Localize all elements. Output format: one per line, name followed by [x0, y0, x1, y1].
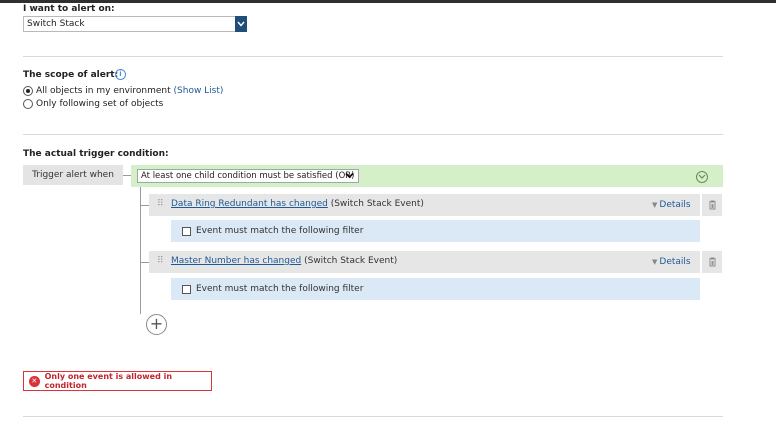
delete-condition-button[interactable]	[702, 251, 722, 273]
tree-connector	[140, 187, 141, 314]
trash-icon	[708, 257, 716, 267]
chevron-down-icon	[345, 171, 354, 183]
event-filter-label: Event must match the following filter	[196, 284, 364, 294]
caret-down-icon: ▼	[652, 201, 658, 209]
drag-handle-icon[interactable]: ⠿	[157, 199, 164, 209]
event-filter-label: Event must match the following filter	[196, 226, 364, 236]
trash-icon	[708, 200, 716, 210]
error-icon: ✕	[29, 375, 40, 387]
alert-on-label: I want to alert on:	[23, 4, 115, 14]
add-condition-button[interactable]: +	[146, 314, 167, 335]
group-condition-value: At least one child condition must be sat…	[141, 171, 355, 181]
condition-row: ⠿ Master Number has changed (Switch Stac…	[149, 251, 700, 273]
divider	[23, 56, 723, 57]
scope-option-all[interactable]: All objects in my environment (Show List…	[23, 86, 223, 96]
collapse-icon[interactable]	[696, 171, 708, 183]
details-toggle[interactable]: ▼ Details	[645, 194, 700, 216]
event-type: (Switch Stack Event)	[304, 256, 398, 266]
event-type: (Switch Stack Event)	[330, 199, 424, 209]
details-toggle[interactable]: ▼ Details	[645, 251, 700, 273]
show-list-link[interactable]: (Show List)	[174, 86, 224, 96]
event-link[interactable]: Master Number has changed	[171, 256, 301, 266]
plus-circle-icon: +	[149, 314, 164, 333]
divider	[23, 134, 723, 135]
drag-handle-icon[interactable]: ⠿	[157, 256, 164, 266]
event-filter-checkbox[interactable]	[182, 284, 191, 294]
error-text: Only one event is allowed in condition	[44, 372, 173, 390]
event-link[interactable]: Data Ring Redundant has changed	[171, 199, 328, 209]
trigger-alert-when-label: Trigger alert when	[23, 165, 123, 185]
alert-on-select[interactable]: Switch Stack	[23, 16, 247, 32]
tree-connector	[123, 175, 131, 176]
tree-connector	[140, 205, 149, 206]
tree-connector	[140, 262, 149, 263]
radio-following-objects[interactable]	[23, 99, 33, 109]
details-label: Details	[659, 257, 691, 267]
condition-row: ⠿ Data Ring Redundant has changed (Switc…	[149, 194, 700, 216]
scope-option-all-label: All objects in my environment	[36, 86, 171, 96]
info-icon[interactable]: i	[115, 69, 126, 80]
event-filter-row[interactable]: Event must match the following filter	[171, 278, 700, 300]
scope-option-following-label: Only following set of objects	[36, 99, 164, 109]
radio-all-objects[interactable]	[23, 86, 33, 96]
error-message: ✕ Only one event is allowed in condition	[23, 371, 212, 391]
caret-down-icon: ▼	[652, 258, 658, 266]
scope-option-following[interactable]: Only following set of objects	[23, 99, 163, 109]
alert-on-selected-value: Switch Stack	[27, 19, 85, 29]
trigger-condition-label: The actual trigger condition:	[23, 149, 169, 159]
event-filter-checkbox[interactable]	[182, 226, 191, 236]
chevron-down-icon[interactable]	[235, 16, 247, 32]
top-border	[0, 0, 776, 3]
scope-label: The scope of alert:	[23, 70, 119, 80]
details-label: Details	[659, 200, 691, 210]
divider	[23, 416, 723, 417]
delete-condition-button[interactable]	[702, 194, 722, 216]
group-condition-select[interactable]: At least one child condition must be sat…	[137, 169, 359, 183]
event-filter-row[interactable]: Event must match the following filter	[171, 220, 700, 242]
